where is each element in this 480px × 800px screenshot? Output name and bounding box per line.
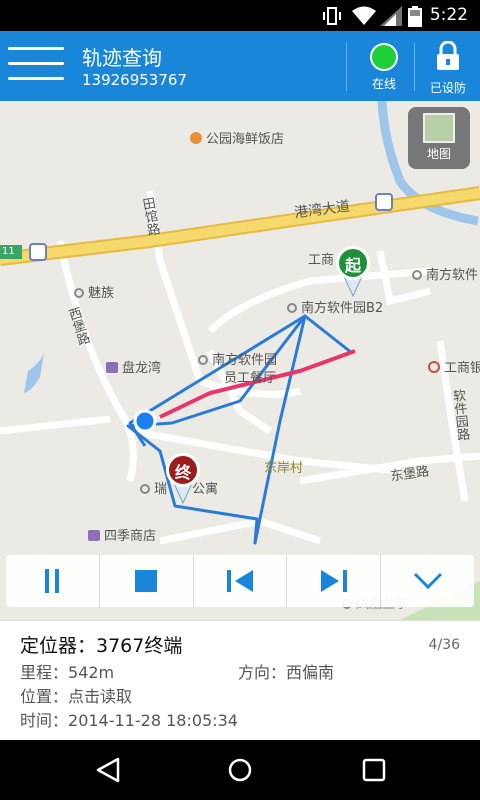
signal-icon (380, 6, 402, 26)
direction-row: 方向：西偏南 (238, 659, 334, 683)
poi-gongshang-top: 工商 (308, 253, 335, 268)
area-dongan: 东岸村 (264, 461, 304, 476)
position-row: 位置：点击读取 (20, 683, 132, 707)
map-view[interactable]: 公园海鲜饭店 港湾大道 田馆路 西堡路 魅族 盘龙湾 工商 南方软件园B2 南方… (0, 101, 480, 620)
menu-button[interactable] (8, 47, 66, 83)
fence-button[interactable]: 已设防 (424, 39, 472, 96)
stop-button[interactable] (100, 555, 194, 607)
direction-value: 西偏南 (286, 663, 335, 682)
poi-restaurant: 公园海鲜饭店 (190, 128, 284, 147)
time-label: 时间： (20, 711, 69, 730)
poi-gongshang-right: 工商银 (428, 357, 480, 376)
read-position-link[interactable]: 点击读取 (68, 687, 132, 706)
screen: 5:22 轨迹查询 13926953767 在线 已设防 公园海鲜饭店 港湾大道… (0, 0, 480, 800)
next-button[interactable] (287, 555, 382, 607)
navigation-bar (0, 740, 480, 800)
start-label: 起 (336, 246, 370, 280)
direction-label: 方向： (238, 663, 287, 682)
time-row: 时间：2014-11-28 18:05:34 (20, 707, 238, 731)
skip-forward-icon (320, 570, 347, 592)
clock: 5:22 (429, 5, 468, 25)
app-header: 轨迹查询 13926953767 在线 已设防 (0, 31, 480, 101)
page-title: 轨迹查询 (82, 46, 162, 70)
map-thumbnail-icon (423, 113, 455, 143)
track-info-panel: 定位器：3767终端 4/36 里程：542m 方向：西偏南 位置：点击读取 时… (0, 620, 480, 740)
device-name: 定位器：3767终端 (20, 635, 183, 657)
online-status-button[interactable]: 在线 (362, 39, 406, 92)
end-marker[interactable]: 终 (166, 453, 200, 505)
start-marker[interactable]: 起 (336, 246, 370, 298)
poi-apartment: 瑞 (140, 478, 167, 497)
vibrate-icon (323, 7, 341, 25)
status-bar: 5:22 (0, 0, 480, 31)
poi-panlongwan: 盘龙湾 (106, 357, 161, 376)
online-status-icon (370, 43, 398, 71)
mileage-row: 里程：542m (20, 659, 114, 683)
map-type-label: 地图 (426, 147, 451, 161)
playback-controls (6, 555, 474, 607)
time-value: 2014-11-28 18:05:34 (68, 711, 238, 730)
poi-nanfang-right: 南方软件 (412, 264, 478, 283)
poi-siji: 四季商店 (88, 525, 156, 544)
battery-icon (408, 6, 422, 27)
poi-meizu: 魅族 (74, 282, 114, 301)
home-icon[interactable] (226, 756, 254, 784)
mileage-label: 里程： (20, 663, 69, 682)
poi-canteen: 南方软件园 (198, 349, 277, 368)
fence-label: 已设防 (429, 81, 466, 95)
end-label: 终 (166, 453, 200, 487)
mileage-value: 542m (68, 663, 115, 682)
stop-icon (135, 570, 158, 592)
chevron-down-icon (413, 572, 442, 590)
poi-canteen-2: 员工餐厅 (224, 371, 277, 386)
skip-back-icon (226, 570, 253, 592)
current-position-dot (133, 409, 157, 433)
position-label: 位置： (20, 687, 69, 706)
collapse-button[interactable] (381, 555, 474, 607)
road-number: 11 (2, 246, 15, 257)
back-icon[interactable] (94, 756, 122, 784)
previous-button[interactable] (194, 555, 288, 607)
poi-nanfang-b2: 南方软件园B2 (287, 297, 383, 316)
wifi-icon (352, 6, 376, 25)
recents-icon[interactable] (360, 756, 388, 784)
point-counter: 4/36 (428, 637, 460, 653)
device-phone: 13926953767 (82, 71, 187, 89)
online-status-label: 在线 (371, 77, 396, 91)
lock-icon (437, 40, 459, 70)
pause-button[interactable] (6, 555, 100, 607)
pause-icon (45, 569, 60, 593)
map-type-button[interactable]: 地图 (408, 107, 470, 169)
